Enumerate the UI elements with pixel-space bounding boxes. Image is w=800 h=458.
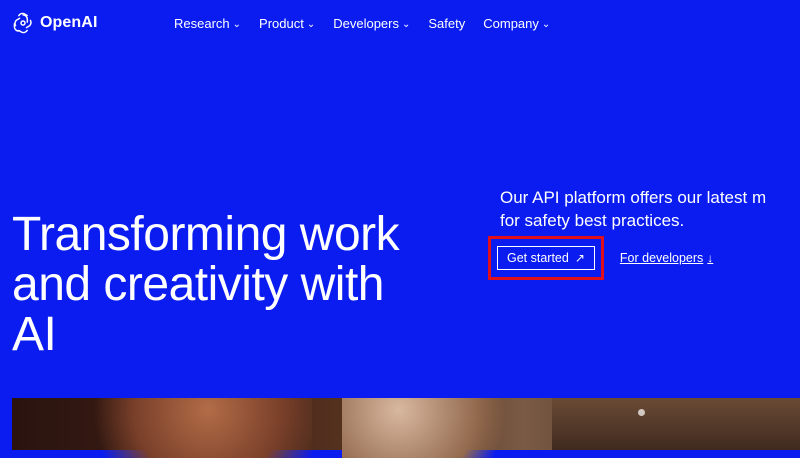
logo-text: OpenAI <box>40 14 98 31</box>
get-started-label: Get started <box>507 251 569 265</box>
hero-title: Transforming work and creativity with AI <box>12 210 472 360</box>
nav-item-label: Developers <box>333 16 399 31</box>
top-nav: OpenAI Research ⌄ Product ⌄ Developers ⌄… <box>0 0 800 50</box>
nav-item-label: Research <box>174 16 230 31</box>
image-shape <box>52 398 312 458</box>
hero-title-line: Transforming work <box>12 208 400 262</box>
get-started-button[interactable]: Get started ↗ <box>497 246 595 270</box>
nav-item-research[interactable]: Research ⌄ <box>174 16 241 31</box>
image-shape <box>342 398 532 458</box>
chevron-down-icon: ⌄ <box>232 18 242 30</box>
nav-item-safety[interactable]: Safety <box>428 16 465 31</box>
main-menu: Research ⌄ Product ⌄ Developers ⌄ Safety… <box>174 16 550 31</box>
image-shape <box>552 398 800 450</box>
page: OpenAI Research ⌄ Product ⌄ Developers ⌄… <box>0 0 800 458</box>
logo[interactable]: OpenAI <box>12 12 98 34</box>
arrow-down-icon: ↓ <box>707 251 714 265</box>
openai-logo-icon <box>13 12 32 34</box>
hero-title-line: AI <box>12 308 57 362</box>
for-developers-link[interactable]: For developers ↓ <box>620 251 713 265</box>
nav-item-developers[interactable]: Developers ⌄ <box>333 16 410 31</box>
for-developers-label: For developers <box>619 251 704 265</box>
hero-desc-line: Our API platform offers our latest m <box>500 188 767 207</box>
arrow-up-right-icon: ↗ <box>574 251 585 265</box>
nav-item-company[interactable]: Company ⌄ <box>483 16 550 31</box>
chevron-down-icon: ⌄ <box>402 18 411 30</box>
hero-image <box>12 398 800 458</box>
nav-item-label: Company <box>483 16 539 31</box>
nav-item-label: Safety <box>428 16 466 31</box>
shirt-button <box>638 409 645 416</box>
nav-item-label: Product <box>259 16 304 31</box>
highlight-box: Get started ↗ <box>488 236 604 280</box>
hero-desc-line: for safety best practices. <box>500 211 685 230</box>
chevron-down-icon: ⌄ <box>306 18 316 30</box>
chevron-down-icon: ⌄ <box>541 18 551 30</box>
nav-item-product[interactable]: Product ⌄ <box>259 16 315 31</box>
hero-title-line: and creativity with <box>12 258 385 312</box>
hero-description: Our API platform offers our latest m for… <box>500 186 800 232</box>
hero-actions: Get started ↗ For developers ↓ <box>488 236 713 280</box>
